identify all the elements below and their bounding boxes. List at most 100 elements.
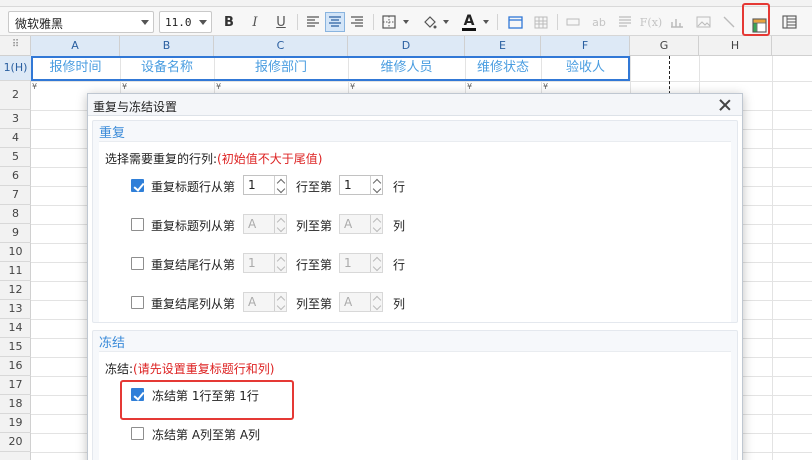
column-header-cell[interactable]: F (541, 36, 630, 56)
stepper-buttons[interactable] (370, 293, 382, 311)
tab-strip (0, 0, 812, 7)
select-all-corner[interactable]: ⠿ (0, 36, 31, 56)
row-selection-outline (31, 56, 630, 81)
stepper-buttons[interactable] (274, 293, 286, 311)
row-header-cell[interactable]: 13 (0, 300, 31, 319)
spreadsheet-designer: 微软雅黑 11.0 B I U A ab F(x) ⠿ A B C D E F … (0, 0, 812, 460)
repeat-footer-rows-checkbox[interactable] (131, 257, 144, 270)
row-header-cell[interactable]: 6 (0, 167, 31, 186)
row-header-cell[interactable]: 19 (0, 414, 31, 433)
row-header-cell[interactable]: 12 (0, 281, 31, 300)
column-header-cell[interactable]: C (214, 36, 348, 56)
gridline (772, 56, 773, 460)
column-header-cell[interactable]: H (699, 36, 772, 56)
font-size-value: 11.0 (165, 16, 192, 29)
freeze-cols-checkbox[interactable] (131, 427, 144, 440)
row-header-cell[interactable]: 9 (0, 224, 31, 243)
repeat-title-cols-from-stepper[interactable]: A (243, 214, 287, 234)
option-unit-label: 行 (393, 180, 406, 194)
stepper-buttons[interactable] (370, 215, 382, 233)
align-right-icon (351, 16, 363, 27)
toolbar-divider (297, 14, 298, 30)
text-format-button[interactable]: ab (589, 12, 609, 32)
row-header-cell[interactable]: 16 (0, 357, 31, 376)
repeat-footer-cols-checkbox[interactable] (131, 296, 144, 309)
row-header-cell[interactable]: 7 (0, 186, 31, 205)
row-header-cell[interactable]: 2 (0, 81, 31, 110)
column-header-cell[interactable]: B (120, 36, 214, 56)
dropdown-marker: ¥ (350, 82, 356, 91)
row-header-cell[interactable]: 20 (0, 433, 31, 452)
stepper-buttons[interactable] (274, 215, 286, 233)
repeat-title-cols-to-stepper[interactable]: A (339, 214, 383, 234)
row-header-cell[interactable]: 3 (0, 110, 31, 129)
stepper-buttons[interactable] (370, 254, 382, 272)
fill-color-button[interactable] (419, 12, 439, 32)
row-header-cell[interactable]: 14 (0, 319, 31, 338)
align-right-button[interactable] (347, 12, 367, 32)
merge-button[interactable] (563, 12, 583, 32)
align-center-icon (329, 16, 341, 27)
section-title: 冻结 (99, 336, 126, 351)
column-header-cell[interactable] (772, 36, 812, 56)
slash-button[interactable] (719, 12, 739, 32)
border-button[interactable] (379, 12, 399, 32)
row-header-cell[interactable]: 17 (0, 376, 31, 395)
option-label: 重复标题列从第 (151, 219, 236, 233)
close-icon[interactable] (716, 96, 734, 114)
italic-button[interactable]: I (245, 12, 265, 32)
stepper-buttons[interactable] (274, 176, 286, 194)
stepper-buttons[interactable] (274, 254, 286, 272)
insert-image-button[interactable] (505, 12, 525, 32)
repeat-footer-cols-to-stepper[interactable]: A (339, 292, 383, 312)
picture-button[interactable] (693, 12, 713, 32)
repeat-title-rows-to-stepper[interactable]: 1 (339, 175, 383, 195)
row-header-cell[interactable]: 8 (0, 205, 31, 224)
font-size-select[interactable]: 11.0 (159, 11, 212, 33)
column-header-cell[interactable]: E (465, 36, 541, 56)
stepper-value: A (248, 295, 257, 309)
row-header-cell[interactable]: 4 (0, 129, 31, 148)
chevron-down-icon (276, 184, 286, 194)
row-header: 1(H) 2 3 4 5 6 7 8 9 10 11 12 13 14 15 1… (0, 56, 31, 460)
chart-button[interactable] (667, 12, 687, 32)
row-header-cell[interactable]: 18 (0, 395, 31, 414)
fx-icon: F(x) (639, 15, 663, 29)
table-button[interactable] (531, 12, 551, 32)
stepper-value: 1 (344, 256, 352, 270)
stepper-buttons[interactable] (370, 176, 382, 194)
column-header-cell[interactable]: D (348, 36, 465, 56)
formula-button[interactable]: F(x) (639, 12, 663, 32)
align-center-button[interactable] (325, 12, 345, 32)
column-header-cell[interactable]: A (31, 36, 120, 56)
text-color-button[interactable]: A (459, 12, 479, 32)
row-header-cell[interactable]: 1(H) (0, 56, 31, 81)
dialog-titlebar: 重复与冻结设置 (88, 94, 742, 116)
underline-button[interactable]: U (271, 12, 291, 32)
column-header-cell[interactable]: G (630, 36, 699, 56)
repeat-footer-rows-from-stepper[interactable]: 1 (243, 253, 287, 273)
repeat-footer-rows-to-stepper[interactable]: 1 (339, 253, 383, 273)
dropdown-marker: ¥ (32, 82, 38, 91)
row-header-cell[interactable]: 11 (0, 262, 31, 281)
repeat-footer-cols-from-stepper[interactable]: A (243, 292, 287, 312)
columns-button[interactable] (779, 12, 799, 32)
row-header-cell[interactable]: 15 (0, 338, 31, 357)
text-color-glyph: A (463, 12, 475, 29)
font-family-select[interactable]: 微软雅黑 (8, 11, 154, 33)
bold-button[interactable]: B (219, 12, 239, 32)
option-unit-label: 列 (393, 219, 406, 233)
repeat-title-rows-from-stepper[interactable]: 1 (243, 175, 287, 195)
image-icon (696, 16, 710, 28)
row-header-cell[interactable]: 5 (0, 148, 31, 167)
repeat-title-rows-checkbox[interactable] (131, 179, 144, 192)
row-header-cell[interactable]: 10 (0, 243, 31, 262)
chevron-down-icon (372, 223, 382, 233)
stepper-value: 1 (344, 178, 352, 192)
option-label: 重复结尾行从第 (151, 258, 236, 272)
repeat-title-cols-checkbox[interactable] (131, 218, 144, 231)
align-left-button[interactable] (303, 12, 323, 32)
section-title: 重复 (99, 126, 126, 141)
wrap-button[interactable] (615, 12, 635, 32)
ab-icon: ab (592, 15, 606, 29)
